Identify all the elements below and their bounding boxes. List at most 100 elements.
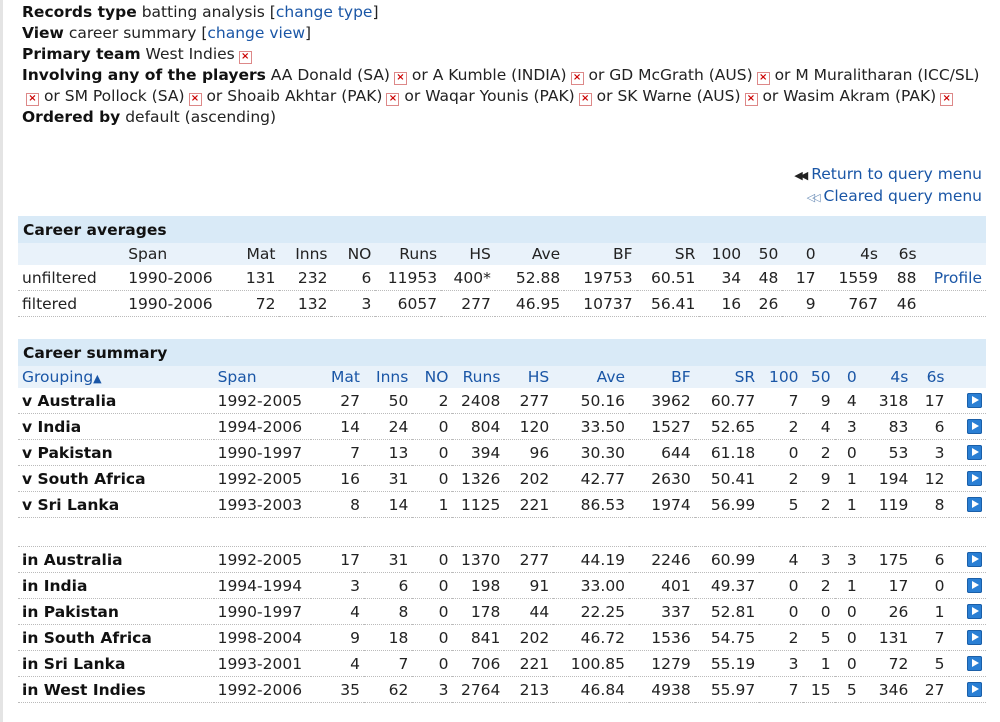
play-arrow-icon[interactable] [967,629,982,645]
table-cell: 30.30 [553,439,630,466]
table-cell: 6 [363,572,413,599]
table-cell: 9 [802,388,835,414]
or-separator: or [774,66,791,84]
table-cell: 72 [226,290,280,317]
query-filters: Records type batting analysis [change ty… [22,2,982,128]
career-averages-title: Career averages [18,216,986,243]
remove-player-icon[interactable]: × [188,93,202,106]
table-cell: 1990-1997 [213,439,312,466]
col-header: 0 [782,243,820,265]
ordered-by-line: Ordered by default (ascending) [22,107,982,128]
remove-player-icon[interactable]: × [26,93,39,106]
table-cell: 0 [759,572,803,599]
remove-team-icon[interactable]: × [238,51,252,64]
col-header-label: 6s [926,368,945,386]
play-arrow-icon[interactable] [967,444,982,460]
col-header: SR [694,366,760,388]
table-cell: 841 [452,624,505,651]
table-row: v India 1994-2006 14 24 0 804 120 33.50 1527 52.6… [18,413,986,440]
table-cell: 11953 [375,265,442,291]
player-name: Shoaib Akhtar (PAK) [227,87,383,105]
play-arrow-icon[interactable] [967,392,982,408]
table-cell: 277 [504,546,554,573]
remove-player-icon[interactable]: × [570,72,584,85]
table-cell: 52.81 [694,598,760,625]
table-cell: 1992-2005 [213,388,312,414]
table-cell: 3 [759,650,803,677]
play-arrow-icon[interactable] [967,577,982,593]
col-header: Inns [363,366,413,388]
table-cell: 50 [363,388,413,414]
table-cell: 1992-2005 [213,546,312,573]
table-cell: 346 [860,676,913,703]
col-header-spacer [948,366,986,388]
table-cell: 1974 [629,491,695,518]
player-name: A Kumble (INDIA) [432,66,567,84]
return-to-query-menu-link[interactable]: Return to query menu [811,165,982,183]
play-arrow-icon[interactable] [967,681,982,697]
play-arrow-icon[interactable] [967,551,982,567]
grouping-cell: in Australia [18,546,214,573]
table-cell: 2 [759,413,803,440]
col-header: Runs [452,366,505,388]
col-header-label: Runs [462,368,501,386]
play-arrow-icon[interactable] [967,418,982,434]
row-action-cell [948,465,986,492]
col-header: Span [116,243,227,265]
col-header: Span [213,366,312,388]
remove-player-icon[interactable]: × [756,72,770,85]
remove-player-icon[interactable]: × [386,93,400,106]
cleared-query-menu-link[interactable]: Cleared query menu [824,187,982,205]
table-cell: 13 [363,439,413,466]
table-cell: 0 [834,624,861,651]
table-cell: 2 [802,572,835,599]
play-arrow-icon[interactable] [967,470,982,486]
row-action-cell [948,439,986,466]
or-separator: or [411,66,428,84]
col-header: 6s [912,366,949,388]
change-type-link[interactable]: change type [276,3,373,21]
player-name: GD McGrath (AUS) [609,66,753,84]
table-cell: 8 [311,491,364,518]
table-cell: 0 [412,598,453,625]
table-cell: 5 [759,491,803,518]
table-cell: 1994-2006 [213,413,312,440]
table-cell: 48 [745,265,783,291]
table-cell: 2408 [452,388,505,414]
table-cell: 49.37 [694,572,760,599]
col-header: 4s [860,366,913,388]
table-cell: 46.84 [553,676,630,703]
play-arrow-icon[interactable] [967,603,982,619]
col-header: Inns [279,243,332,265]
col-header: 4s [819,243,882,265]
table-cell: 5 [912,650,949,677]
player-name: Wasim Akram (PAK) [783,87,937,105]
grouping-cell: in Sri Lanka [18,650,214,677]
table-cell: 52.88 [494,265,565,291]
profile-link[interactable]: Profile [920,265,986,291]
table-cell: 3 [412,676,453,703]
remove-player-icon[interactable]: × [744,93,758,106]
table-cell: 1 [834,491,861,518]
table-cell: 26 [745,290,783,317]
table-cell: 56.99 [694,491,760,518]
remove-player-icon[interactable]: × [578,93,592,106]
table-cell: 2630 [629,465,695,492]
table-cell: 1993-2003 [213,491,312,518]
change-view-link[interactable]: change view [207,24,305,42]
play-arrow-icon[interactable] [967,655,982,671]
col-header-label: Grouping [22,368,94,386]
row-action-cell [948,413,986,440]
row-action-cell [948,491,986,518]
table-cell: 4938 [629,676,695,703]
grouping-sort-header[interactable]: Grouping▲ [18,366,214,388]
table-cell: 53 [860,439,913,466]
view-label: View [22,24,64,42]
remove-player-icon[interactable]: × [393,72,407,85]
table-cell: 9 [782,290,820,317]
grouping-cell: v Australia [18,388,214,414]
remove-player-icon[interactable]: × [940,93,954,106]
col-header-label: Span [217,368,257,386]
play-arrow-icon[interactable] [967,496,982,512]
table-cell: 277 [441,290,495,317]
